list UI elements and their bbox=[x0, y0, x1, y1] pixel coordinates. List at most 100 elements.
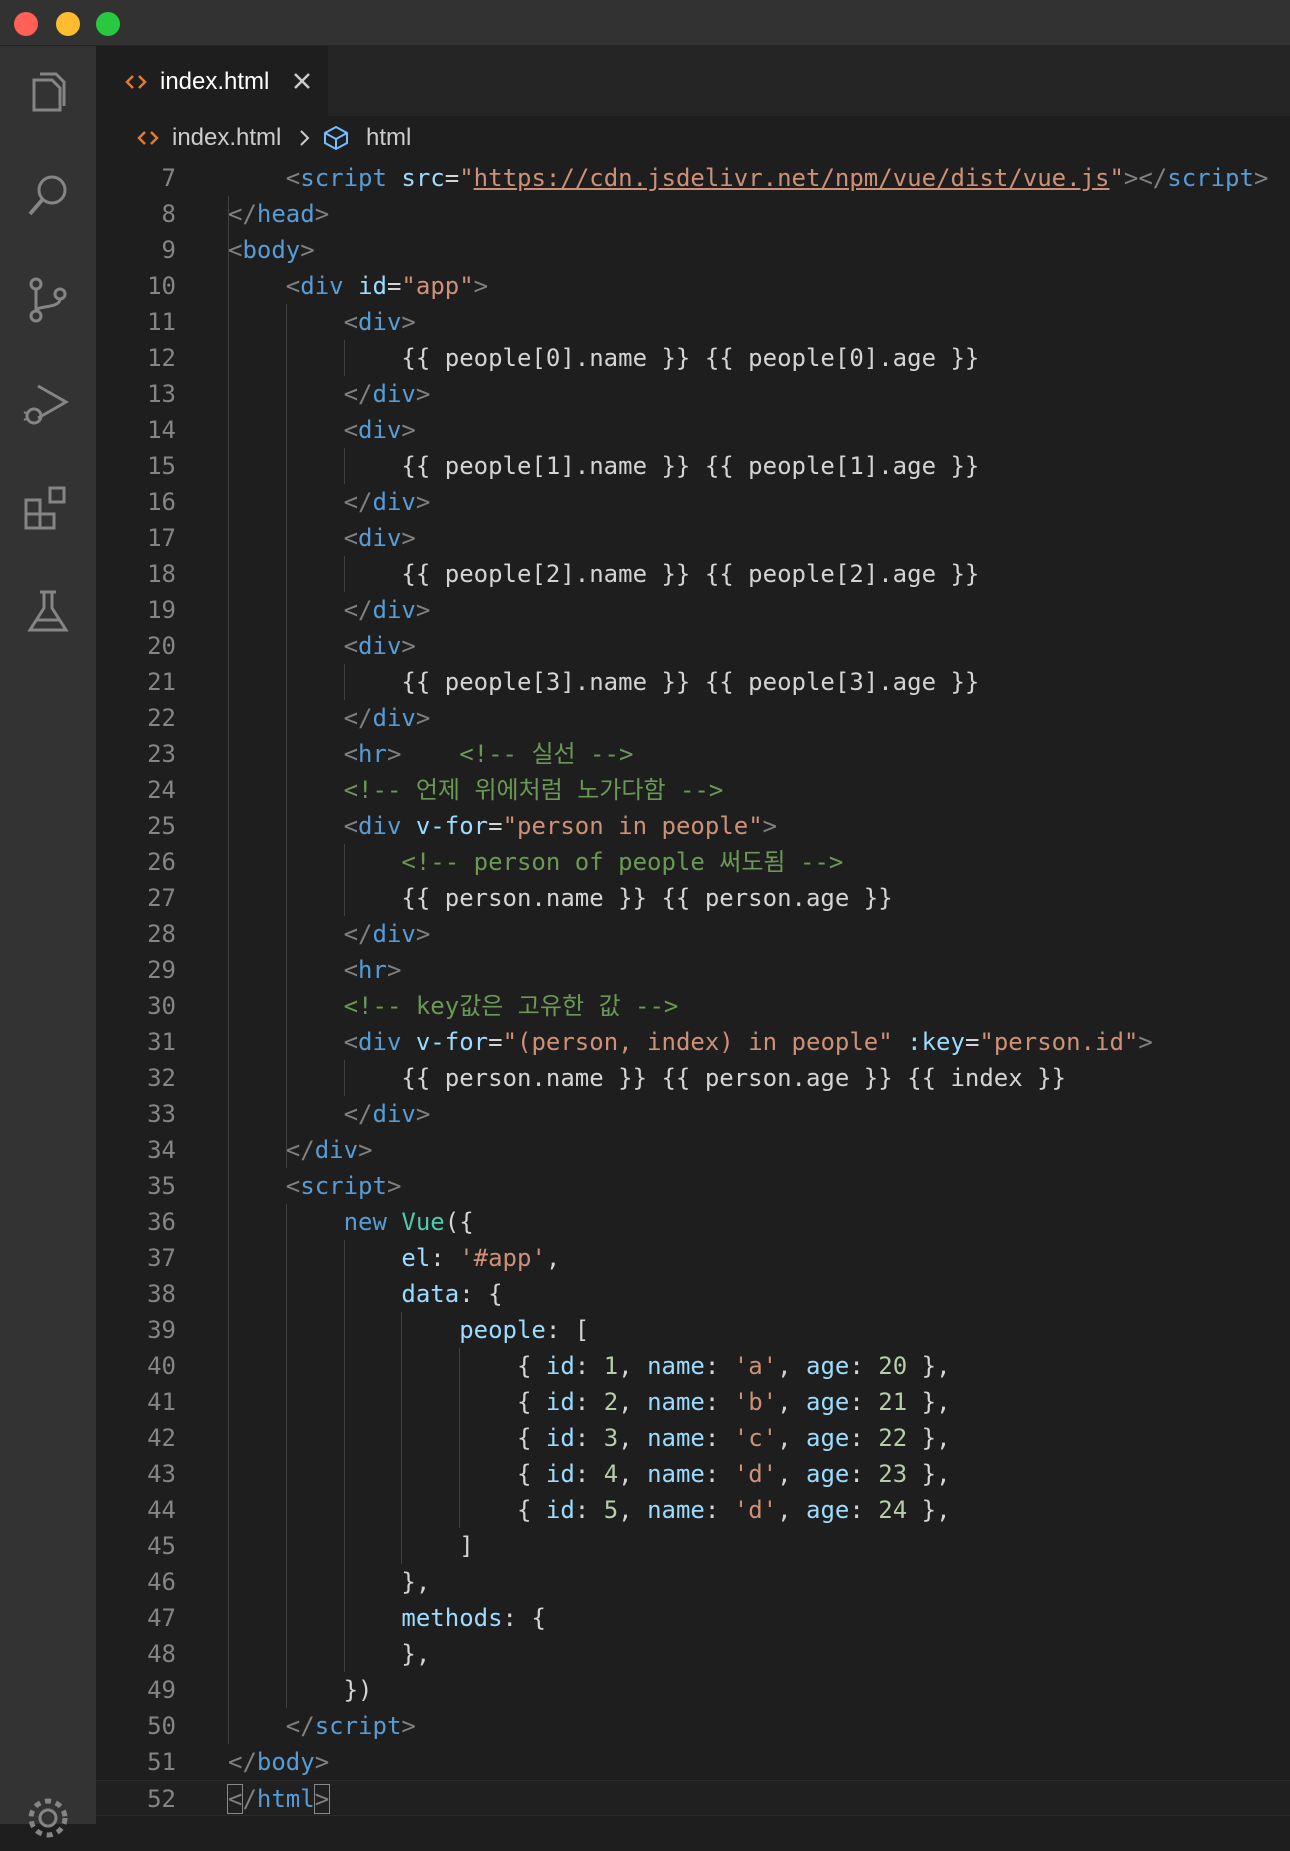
line-number: 29 bbox=[147, 956, 176, 984]
extensions-icon[interactable] bbox=[20, 480, 76, 536]
indent-guide bbox=[344, 448, 345, 484]
maximize-window-button[interactable] bbox=[96, 12, 120, 36]
code-line[interactable]: 36 new Vue({ bbox=[96, 1204, 1290, 1240]
code-line[interactable]: 33 </div> bbox=[96, 1096, 1290, 1132]
code-line[interactable]: 46 }, bbox=[96, 1564, 1290, 1600]
line-number: 51 bbox=[147, 1748, 176, 1776]
breadcrumb-symbol[interactable]: html bbox=[366, 124, 411, 152]
code-line[interactable]: 24 <!-- 언제 위에처럼 노가다함 --> bbox=[96, 772, 1290, 808]
code-line[interactable]: 18 {{ people[2].name }} {{ people[2].age… bbox=[96, 556, 1290, 592]
code-line[interactable]: 52 </html> bbox=[96, 1780, 1290, 1816]
line-number: 25 bbox=[147, 812, 176, 840]
line-number: 23 bbox=[147, 740, 176, 768]
code-text: </div> bbox=[343, 704, 431, 732]
code-line[interactable]: 12 {{ people[0].name }} {{ people[0].age… bbox=[96, 340, 1290, 376]
code-text: methods: { bbox=[401, 1604, 546, 1632]
code-text: <script> bbox=[285, 1172, 402, 1200]
code-line[interactable]: 11 <div> bbox=[96, 304, 1290, 340]
code-text: ] bbox=[228, 1532, 474, 1560]
explorer-icon[interactable] bbox=[20, 66, 76, 122]
code-line[interactable]: 29 <hr> bbox=[96, 952, 1290, 988]
code-line[interactable]: 19 </div> bbox=[96, 592, 1290, 628]
code-line[interactable]: 13 </div> bbox=[96, 376, 1290, 412]
code-line[interactable]: 37 el: '#app', bbox=[96, 1240, 1290, 1276]
html-file-icon bbox=[137, 131, 159, 145]
code-line[interactable]: 15 {{ people[1].name }} {{ people[1].age… bbox=[96, 448, 1290, 484]
testing-icon[interactable] bbox=[20, 584, 76, 640]
code-line[interactable]: 21 {{ people[3].name }} {{ people[3].age… bbox=[96, 664, 1290, 700]
code-text: </div> bbox=[285, 1136, 373, 1164]
line-number: 26 bbox=[147, 848, 176, 876]
code-editor[interactable]: 7 <script src="https://cdn.jsdelivr.net/… bbox=[96, 160, 1290, 1824]
line-number: 48 bbox=[147, 1640, 176, 1668]
line-number: 31 bbox=[147, 1028, 176, 1056]
code-line[interactable]: 22 </div> bbox=[96, 700, 1290, 736]
code-line[interactable]: 50 </script> bbox=[96, 1708, 1290, 1744]
code-line[interactable]: 25 <div v-for="person in people"> bbox=[96, 808, 1290, 844]
symbol-element-icon bbox=[324, 125, 348, 151]
code-text: }, bbox=[228, 1640, 431, 1668]
code-line[interactable]: 42 { id: 3, name: 'c', age: 22 }, bbox=[96, 1420, 1290, 1456]
gear-icon[interactable] bbox=[20, 1790, 76, 1846]
line-number: 44 bbox=[147, 1496, 176, 1524]
code-line[interactable]: 41 { id: 2, name: 'b', age: 21 }, bbox=[96, 1384, 1290, 1420]
code-line[interactable]: 9 <body> bbox=[96, 232, 1290, 268]
indent-guide bbox=[286, 304, 287, 1168]
code-line[interactable]: 26 <!-- person of people 써도됨 --> bbox=[96, 844, 1290, 880]
code-text: <div id="app"> bbox=[285, 272, 489, 300]
code-line[interactable]: 27 {{ person.name }} {{ person.age }} bbox=[96, 880, 1290, 916]
code-line[interactable]: 30 <!-- key값은 고유한 값 --> bbox=[96, 988, 1290, 1024]
breadcrumb: index.html html bbox=[96, 116, 1290, 160]
code-text: <div> bbox=[343, 308, 416, 336]
source-control-icon[interactable] bbox=[20, 272, 76, 328]
code-text: </head> bbox=[228, 200, 330, 228]
indent-guide bbox=[286, 1204, 287, 1708]
code-line[interactable]: 48 }, bbox=[96, 1636, 1290, 1672]
code-line[interactable]: 40 { id: 1, name: 'a', age: 20 }, bbox=[96, 1348, 1290, 1384]
code-line[interactable]: 20 <div> bbox=[96, 628, 1290, 664]
line-number: 36 bbox=[147, 1208, 176, 1236]
breadcrumb-file[interactable]: index.html bbox=[172, 124, 281, 152]
search-icon[interactable] bbox=[20, 168, 76, 224]
code-text: <div> bbox=[343, 632, 416, 660]
tab-index-html[interactable]: index.html bbox=[96, 46, 328, 116]
indent-guide bbox=[344, 1060, 345, 1096]
code-text: <div> bbox=[343, 416, 416, 444]
indent-guide bbox=[344, 844, 345, 916]
code-line[interactable]: 23 <hr> <!-- 실선 --> bbox=[96, 736, 1290, 772]
run-debug-icon[interactable] bbox=[20, 376, 76, 432]
line-number: 8 bbox=[161, 200, 176, 228]
code-text: </script> bbox=[285, 1712, 416, 1740]
code-line[interactable]: 31 <div v-for="(person, index) in people… bbox=[96, 1024, 1290, 1060]
code-line[interactable]: 39 people: [ bbox=[96, 1312, 1290, 1348]
code-line[interactable]: 16 </div> bbox=[96, 484, 1290, 520]
code-line[interactable]: 28 </div> bbox=[96, 916, 1290, 952]
code-text: </div> bbox=[343, 1100, 431, 1128]
code-text: }) bbox=[228, 1676, 373, 1704]
code-line[interactable]: 49 }) bbox=[96, 1672, 1290, 1708]
code-line[interactable]: 34 </div> bbox=[96, 1132, 1290, 1168]
code-text: {{ people[3].name }} {{ people[3].age }} bbox=[228, 668, 980, 696]
code-line[interactable]: 45 ] bbox=[96, 1528, 1290, 1564]
code-line[interactable]: 8 </head> bbox=[96, 196, 1290, 232]
line-number: 10 bbox=[147, 272, 176, 300]
code-line[interactable]: 43 { id: 4, name: 'd', age: 23 }, bbox=[96, 1456, 1290, 1492]
code-line[interactable]: 35 <script> bbox=[96, 1168, 1290, 1204]
code-line[interactable]: 38 data: { bbox=[96, 1276, 1290, 1312]
line-number: 17 bbox=[147, 524, 176, 552]
code-line[interactable]: 51 </body> bbox=[96, 1744, 1290, 1780]
indent-guide bbox=[459, 1348, 460, 1528]
code-line[interactable]: 14 <div> bbox=[96, 412, 1290, 448]
minimize-window-button[interactable] bbox=[56, 12, 80, 36]
code-line[interactable]: 47 methods: { bbox=[96, 1600, 1290, 1636]
close-window-button[interactable] bbox=[14, 12, 38, 36]
close-icon[interactable] bbox=[290, 69, 314, 93]
code-text: <hr> bbox=[343, 956, 402, 984]
line-number: 50 bbox=[147, 1712, 176, 1740]
code-line[interactable]: 44 { id: 5, name: 'd', age: 24 }, bbox=[96, 1492, 1290, 1528]
code-line[interactable]: 10 <div id="app"> bbox=[96, 268, 1290, 304]
code-text: <!-- 언제 위에처럼 노가다함 --> bbox=[343, 776, 724, 804]
code-line[interactable]: 17 <div> bbox=[96, 520, 1290, 556]
code-line[interactable]: 7 <script src="https://cdn.jsdelivr.net/… bbox=[96, 160, 1290, 196]
code-line[interactable]: 32 {{ person.name }} {{ person.age }} {{… bbox=[96, 1060, 1290, 1096]
